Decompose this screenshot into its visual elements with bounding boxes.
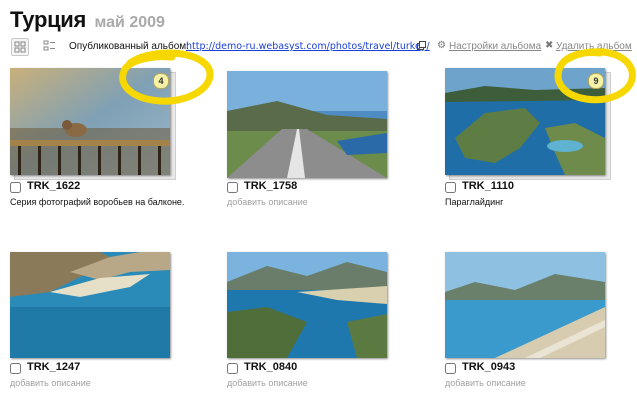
add-description-link[interactable]: добавить описание	[10, 378, 91, 388]
add-description-link[interactable]: добавить описание	[445, 378, 526, 388]
add-description-link[interactable]: добавить описание	[227, 197, 308, 207]
photo-name[interactable]: TRK_1758	[244, 180, 297, 192]
close-icon[interactable]: ✖	[545, 40, 553, 51]
photo-select-checkbox[interactable]	[445, 182, 456, 193]
add-description-link[interactable]: добавить описание	[227, 378, 308, 388]
published-album-label: Опубликованный альбом:	[69, 41, 189, 52]
photo-select-checkbox[interactable]	[445, 363, 456, 374]
photo-name[interactable]: TRK_1110	[462, 180, 514, 192]
view-grid-icon[interactable]	[11, 38, 29, 56]
delete-album-link[interactable]: Удалить альбом	[556, 41, 632, 52]
photo-item: 4 TRK_1622 Серия фотографий воробьев на …	[10, 68, 186, 218]
photo-select-checkbox[interactable]	[10, 363, 21, 374]
photo-thumbnail[interactable]	[10, 68, 170, 175]
gear-icon[interactable]: ⚙	[437, 40, 446, 51]
photo-description[interactable]: Параглайдинг	[445, 197, 503, 207]
photo-item: TRK_0943 добавить описание	[445, 252, 621, 402]
view-list-icon[interactable]	[41, 38, 57, 54]
photo-thumbnail[interactable]	[227, 252, 387, 358]
photo-thumbnail[interactable]	[445, 68, 605, 175]
photo-name[interactable]: TRK_0943	[462, 361, 515, 373]
photo-thumbnail[interactable]	[445, 252, 605, 358]
photo-item: TRK_1247 добавить описание	[10, 252, 186, 402]
photo-select-checkbox[interactable]	[227, 182, 238, 193]
photo-name[interactable]: TRK_0840	[244, 361, 297, 373]
photo-select-checkbox[interactable]	[227, 363, 238, 374]
external-link-icon[interactable]	[417, 41, 426, 50]
stack-count-badge: 4	[153, 73, 169, 89]
photo-thumbnail[interactable]	[227, 71, 387, 178]
photo-name[interactable]: TRK_1622	[27, 180, 80, 192]
photo-thumbnail[interactable]	[10, 252, 170, 358]
photo-item: TRK_0840 добавить описание	[227, 252, 403, 402]
photo-name[interactable]: TRK_1247	[27, 361, 80, 373]
photo-description[interactable]: Серия фотографий воробьев на балконе.	[10, 197, 184, 207]
album-date: май 2009	[94, 14, 165, 31]
photo-item: 9 TRK_1110 Параглайдинг	[445, 68, 621, 218]
album-settings-link[interactable]: Настройки альбома	[449, 41, 541, 52]
album-toolbar: Опубликованный альбом: http://demo-ru.we…	[0, 38, 637, 58]
album-title: Турция	[10, 7, 87, 32]
album-title-row: Турция май 2009	[10, 7, 165, 33]
published-album-link[interactable]: http://demo-ru.webasyst.com/photos/trave…	[186, 41, 430, 52]
photo-select-checkbox[interactable]	[10, 182, 21, 193]
stack-count-badge: 9	[588, 73, 604, 89]
photo-item: TRK_1758 добавить описание	[227, 71, 403, 221]
